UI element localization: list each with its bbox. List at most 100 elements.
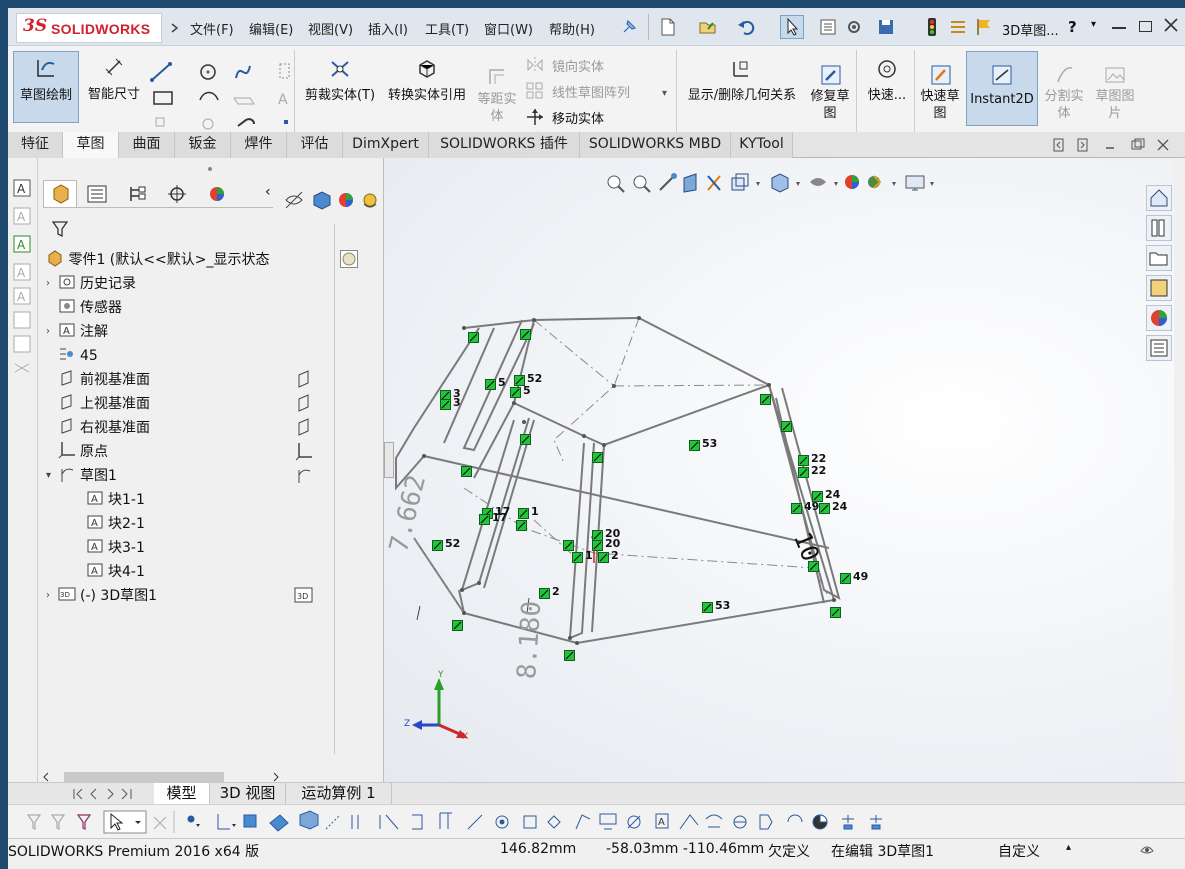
- origin-visibility-icon[interactable]: [294, 441, 314, 461]
- home-icon[interactable]: [1146, 185, 1172, 211]
- relation-badge-icon[interactable]: [598, 552, 609, 563]
- save-icon[interactable]: [876, 17, 896, 37]
- pin-icon[interactable]: [619, 17, 639, 37]
- appearance-sphere-icon[interactable]: [340, 250, 358, 268]
- relation-badge-icon[interactable]: [781, 421, 792, 432]
- tab-weldments[interactable]: 焊件: [231, 132, 287, 158]
- graphics-area[interactable]: 52 5 5 3 3 17 17 1 52 2 20 20 1 2 53 22 22 24 24 49 49 53 7.6…: [384, 158, 1174, 783]
- menu-insert[interactable]: 插入(I): [368, 19, 408, 38]
- relation-badge-icon[interactable]: [518, 508, 529, 519]
- sketch-relations-toolbar[interactable]: A: [8, 804, 1185, 838]
- tree-root[interactable]: 零件1 (默认<<默认>_显示状态: [46, 249, 269, 271]
- pattern-dropdown-icon[interactable]: ▾: [662, 88, 667, 99]
- minimize-icon[interactable]: [1112, 27, 1126, 29]
- dimension-8180[interactable]: 8.180: [512, 600, 547, 680]
- relation-badge-icon[interactable]: [461, 466, 472, 477]
- offset-entities-button[interactable]: 等距实体: [474, 66, 520, 132]
- split-entities-button[interactable]: 分割实体: [1040, 64, 1088, 132]
- relation-badge-icon[interactable]: [798, 467, 809, 478]
- tab-motion-study[interactable]: 运动算例 1: [286, 783, 392, 805]
- expand-arrow-icon[interactable]: ›: [46, 585, 50, 607]
- relation-badge-icon[interactable]: [592, 452, 603, 463]
- new-document-icon[interactable]: [658, 17, 678, 37]
- help-dropdown-icon[interactable]: ▾: [1091, 19, 1096, 30]
- relation-badge-icon[interactable]: [830, 607, 841, 618]
- help-icon[interactable]: ?: [1068, 18, 1077, 36]
- relation-badge-icon[interactable]: [452, 620, 463, 631]
- trim-entities-button[interactable]: 剪裁实体(T): [300, 54, 380, 124]
- menu-window[interactable]: 窗口(W): [484, 19, 533, 38]
- relation-badge-icon[interactable]: [440, 399, 451, 410]
- tree-item[interactable]: A 块4-1: [86, 561, 145, 583]
- traffic-light-icon[interactable]: [922, 17, 942, 37]
- undo-icon[interactable]: [736, 17, 756, 37]
- tab-3d-views[interactable]: 3D 视图: [210, 783, 286, 805]
- relation-badge-icon[interactable]: [485, 379, 496, 390]
- tree-item[interactable]: A 块2-1: [86, 513, 145, 535]
- display-relations-button[interactable]: 显示/删除几何关系: [680, 54, 804, 124]
- tab-sheet-metal[interactable]: 钣金: [175, 132, 231, 158]
- tab-surfaces[interactable]: 曲面: [119, 132, 175, 158]
- configurationmanager-tab-icon[interactable]: [125, 184, 149, 204]
- menu-tools[interactable]: 工具(T): [425, 19, 469, 38]
- instant2d-button[interactable]: Instant2D: [966, 51, 1038, 126]
- tree-item[interactable]: › 3D (-) 3D草图1: [46, 585, 157, 607]
- tab-features[interactable]: 特征: [8, 132, 63, 158]
- close-icon[interactable]: [1163, 17, 1179, 33]
- relation-badge-icon[interactable]: [432, 540, 443, 551]
- relation-badge-icon[interactable]: [564, 650, 575, 661]
- smart-dimension-button[interactable]: 智能尺寸: [82, 51, 146, 123]
- relation-badge-icon[interactable]: [572, 552, 583, 563]
- relation-badge-icon[interactable]: [592, 540, 603, 551]
- open-icon[interactable]: [698, 17, 718, 37]
- expand-arrow-icon[interactable]: ›: [46, 321, 50, 343]
- relation-badge-icon[interactable]: [539, 588, 550, 599]
- relation-badge-icon[interactable]: [798, 455, 809, 466]
- relation-badge-icon[interactable]: [563, 540, 574, 551]
- relation-badge-icon[interactable]: [689, 440, 700, 451]
- relation-badge-icon[interactable]: [819, 503, 830, 514]
- tab-solidworks-mbd[interactable]: SOLIDWORKS MBD: [580, 132, 731, 158]
- sketch-picture-button[interactable]: 草图图片: [1090, 64, 1140, 132]
- linear-pattern-button[interactable]: 线性草图阵列: [526, 82, 676, 102]
- filter-icon[interactable]: [52, 220, 68, 238]
- relation-badge-icon[interactable]: [520, 434, 531, 445]
- relation-badge-icon[interactable]: [520, 329, 531, 340]
- collapse-panel-icon[interactable]: ‹: [265, 184, 271, 200]
- relation-badge-icon[interactable]: [479, 514, 490, 525]
- units-dropdown-icon[interactable]: ▴: [1066, 842, 1071, 853]
- relation-badge-icon[interactable]: [468, 332, 479, 343]
- status-units[interactable]: 自定义: [998, 841, 1040, 861]
- tree-item[interactable]: A 块1-1: [86, 489, 145, 511]
- file-explorer-icon[interactable]: [1146, 245, 1172, 271]
- expand-arrow-icon[interactable]: ›: [46, 273, 50, 295]
- solidworks-logo[interactable]: 3S SOLIDWORKS: [16, 13, 162, 43]
- select-tool-button[interactable]: [780, 15, 804, 39]
- tree-item[interactable]: A 块3-1: [86, 537, 145, 559]
- maximize-icon[interactable]: [1139, 21, 1152, 32]
- 3d-sketch-visibility-icon[interactable]: 3D: [294, 586, 314, 604]
- convert-entities-button[interactable]: 转换实体引用: [382, 54, 472, 124]
- sketch-button[interactable]: 草图绘制: [13, 51, 79, 123]
- visibility-toolbar[interactable]: [282, 188, 386, 214]
- relation-badge-icon[interactable]: [510, 387, 521, 398]
- featuremanager-tab-icon[interactable]: [43, 180, 77, 207]
- top-plane-visibility-icon[interactable]: [294, 393, 314, 413]
- menu-help[interactable]: 帮助(H): [549, 19, 595, 38]
- sketch1-visibility-icon[interactable]: [294, 465, 314, 485]
- repair-sketch-button[interactable]: 修复草图: [806, 64, 854, 132]
- dimxpert-tab-icon[interactable]: [165, 184, 189, 204]
- tree-item[interactable]: 右视基准面: [58, 417, 150, 439]
- quick-snaps-button[interactable]: 快速...: [860, 54, 914, 124]
- tree-item[interactable]: › 历史记录: [46, 273, 136, 295]
- relation-badge-icon[interactable]: [702, 602, 713, 613]
- tab-sketch[interactable]: 草图: [63, 132, 119, 158]
- options-icon[interactable]: [948, 17, 968, 37]
- gear-icon[interactable]: [844, 17, 864, 37]
- tab-scroll-arrows[interactable]: [68, 786, 148, 802]
- tree-item[interactable]: 原点: [58, 441, 108, 463]
- menu-file[interactable]: 文件(F): [190, 19, 234, 38]
- tree-item[interactable]: 前视基准面: [58, 369, 150, 391]
- tab-model[interactable]: 模型: [154, 783, 210, 805]
- menu-edit[interactable]: 编辑(E): [249, 19, 293, 38]
